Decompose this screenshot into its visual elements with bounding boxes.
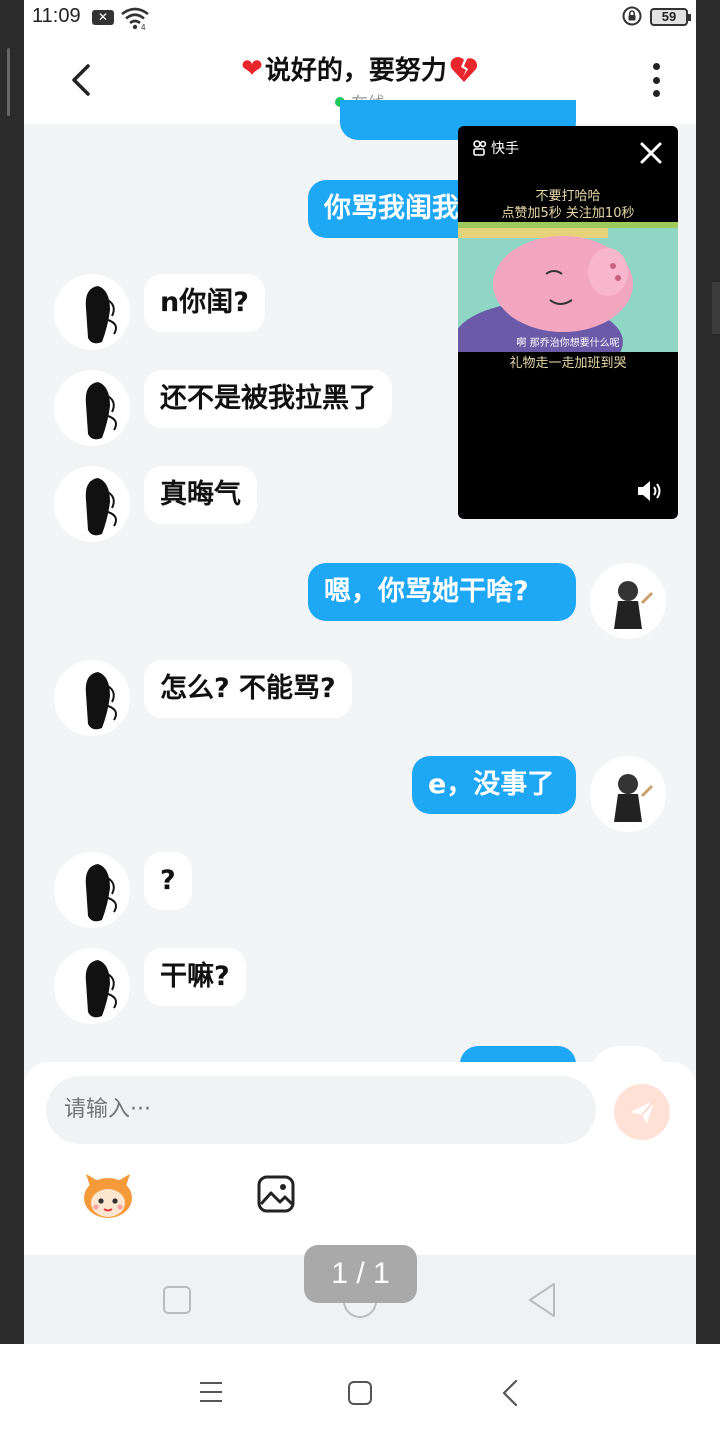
image-icon <box>257 1175 295 1213</box>
avatar[interactable] <box>54 274 130 350</box>
video-caption-top: 不要打哈哈 点赞加5秒 关注加10秒 <box>458 188 678 222</box>
video-caption-line: 点赞加5秒 关注加10秒 <box>501 206 635 221</box>
video-frame: 啊 那乔治你想要什么呢 <box>458 222 678 352</box>
close-icon[interactable] <box>638 140 664 166</box>
message-bubble-incoming[interactable]: 干嘛? <box>144 948 246 1006</box>
send-icon <box>630 1100 655 1124</box>
girl-avatar-icon <box>85 960 117 1018</box>
x-notification-icon: ✕ <box>92 10 114 25</box>
right-bezel <box>696 0 720 1344</box>
avatar[interactable] <box>54 466 130 542</box>
character-avatar-icon <box>614 774 654 822</box>
message-bubble-incoming[interactable]: 还不是被我拉黑了 <box>144 370 392 428</box>
cartoon-emoji-icon <box>84 1174 132 1218</box>
heart-icon: ❤ <box>241 53 263 84</box>
character-avatar-icon <box>614 581 654 629</box>
girl-avatar-icon <box>85 672 117 730</box>
message-bubble-outgoing[interactable]: 嗯，你骂她干啥? <box>308 563 576 621</box>
screen: 11:09 ✕ 4 59 ❤ 说好的，要努力 你骂我闺我 n你闺? 还不是被我拉… <box>0 0 720 1440</box>
battery-indicator: 59 <box>650 8 691 26</box>
my-avatar[interactable] <box>590 756 666 832</box>
recents-icon[interactable] <box>162 1285 192 1315</box>
my-avatar[interactable] <box>590 563 666 639</box>
message-bubble-outgoing[interactable]: 你骂我闺我 <box>308 180 478 238</box>
message-bubble-incoming[interactable]: 怎么? 不能骂? <box>144 660 352 718</box>
rotation-lock-icon <box>622 6 642 26</box>
video-caption-line: 不要打哈哈 <box>535 189 601 204</box>
kuaishou-icon <box>473 140 487 156</box>
back-icon[interactable] <box>500 1378 520 1408</box>
message-bubble-outgoing[interactable]: e，没事了 <box>412 756 576 814</box>
chat-title: ❤ 说好的，要努力 <box>241 50 479 87</box>
chat-screen: 11:09 ✕ 4 59 ❤ 说好的，要努力 你骂我闺我 n你闺? 还不是被我拉… <box>24 0 696 1344</box>
kuaishou-logo: 快手 <box>472 138 519 158</box>
avatar[interactable] <box>54 948 130 1024</box>
status-bar: 11:09 ✕ 4 59 <box>24 0 696 34</box>
message-bubble-incoming[interactable]: ? <box>144 852 192 910</box>
girl-avatar-icon <box>85 478 117 536</box>
home-icon[interactable] <box>347 1380 373 1406</box>
chat-title-text: 说好的，要努力 <box>264 56 447 86</box>
back-icon[interactable] <box>526 1281 558 1319</box>
girl-avatar-icon <box>85 382 117 440</box>
cartoon-pig-image: 啊 那乔治你想要什么呢 <box>458 222 678 352</box>
message-input[interactable] <box>46 1076 596 1144</box>
menu-icon[interactable] <box>198 1380 224 1404</box>
input-panel <box>24 1062 696 1255</box>
bezel-mark <box>7 48 10 116</box>
video-brand: 快手 <box>491 141 519 157</box>
wifi-icon: 4 <box>121 7 149 30</box>
video-popup[interactable]: 快手 不要打哈哈 点赞加5秒 关注加10秒 啊 那乔治你想要什么呢 礼物走一走加… <box>458 126 678 519</box>
left-bezel <box>0 0 24 1344</box>
girl-avatar-icon <box>85 864 117 922</box>
avatar[interactable] <box>54 370 130 446</box>
bezel-mark <box>712 282 720 334</box>
broken-heart-icon <box>450 56 477 82</box>
system-navigation-bar <box>0 1344 720 1440</box>
page-indicator: 1 / 1 <box>304 1245 417 1303</box>
video-caption-bottom: 礼物走一走加班到哭 <box>509 356 627 371</box>
avatar[interactable] <box>54 660 130 736</box>
girl-avatar-icon <box>85 286 117 344</box>
avatar[interactable] <box>54 852 130 928</box>
svg-text:4: 4 <box>141 23 146 30</box>
status-time: 11:09 <box>32 5 81 27</box>
send-button[interactable] <box>614 1084 670 1140</box>
more-vertical-icon[interactable] <box>644 60 668 100</box>
message-bubble-incoming[interactable]: n你闺? <box>144 274 265 332</box>
emoji-button[interactable] <box>80 1172 136 1222</box>
video-subtitle: 啊 那乔治你想要什么呢 <box>516 336 619 349</box>
image-button[interactable] <box>256 1174 296 1214</box>
volume-icon[interactable] <box>636 479 664 503</box>
message-bubble-incoming[interactable]: 真晦气 <box>144 466 257 524</box>
